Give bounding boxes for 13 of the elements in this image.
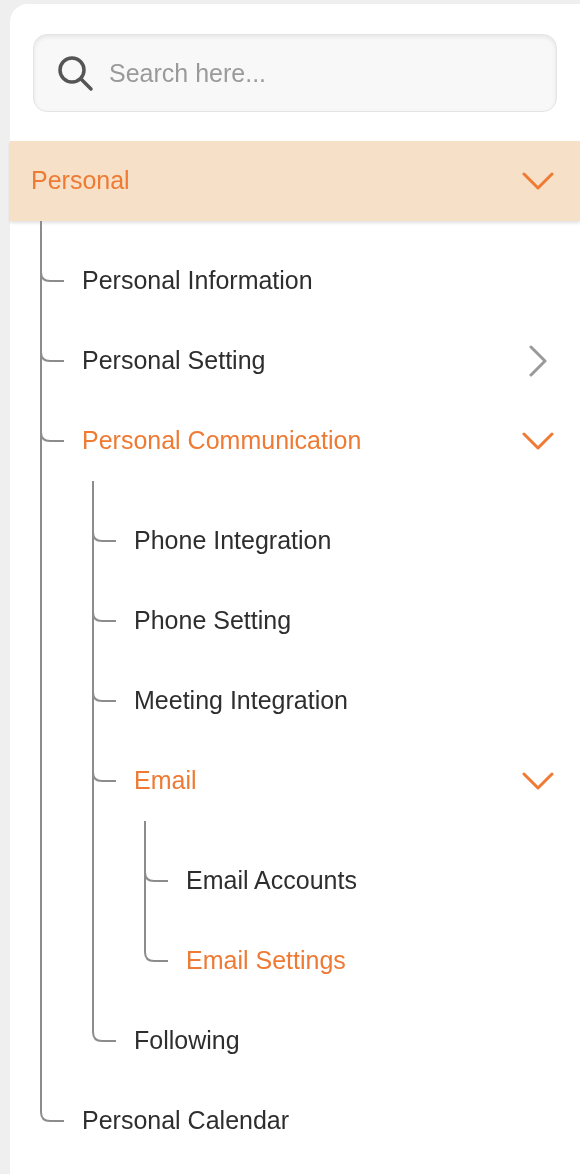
tree-item[interactable]: Personal Calendar: [40, 1081, 580, 1161]
tree-item[interactable]: Email Accounts: [144, 841, 580, 921]
tree-item[interactable]: Personal Setting: [40, 321, 580, 401]
search-field[interactable]: Search here...: [33, 34, 557, 112]
chevron-right-icon[interactable]: [529, 345, 547, 377]
chevron-down-icon[interactable]: [522, 432, 554, 450]
chevron-down-icon[interactable]: [522, 172, 554, 190]
tree-item[interactable]: Phone Setting: [92, 581, 580, 661]
tree-item[interactable]: Phone Integration: [92, 501, 580, 581]
chevron-down-icon[interactable]: [522, 772, 554, 790]
tree-item[interactable]: Following: [92, 1001, 580, 1081]
tree-item[interactable]: Meeting Integration: [92, 661, 580, 741]
tree-item[interactable]: Personal Information: [40, 241, 580, 321]
